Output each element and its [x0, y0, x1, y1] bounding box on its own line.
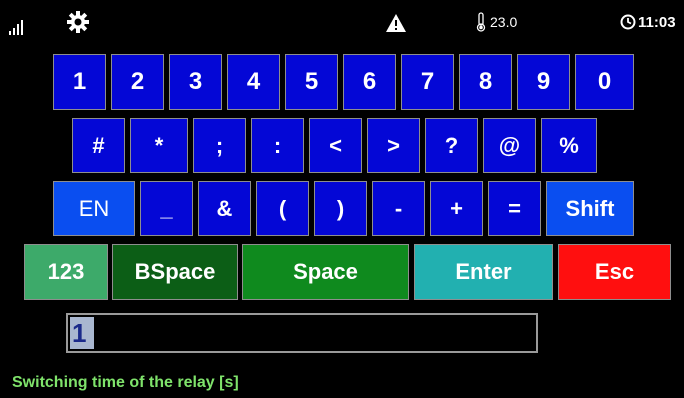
warning-icon — [385, 12, 407, 34]
key-4[interactable]: 4 — [227, 54, 280, 110]
key-0[interactable]: 0 — [575, 54, 634, 110]
key-8[interactable]: 8 — [459, 54, 512, 110]
key-colon[interactable]: : — [251, 118, 304, 173]
enter-button[interactable]: Enter — [414, 244, 553, 300]
key-close-paren[interactable]: ) — [314, 181, 367, 236]
shift-button[interactable]: Shift — [546, 181, 634, 236]
key-at[interactable]: @ — [483, 118, 536, 173]
gear-icon[interactable] — [66, 11, 90, 33]
numeric-mode-button[interactable]: 123 — [24, 244, 108, 300]
key-equals[interactable]: = — [488, 181, 541, 236]
key-2[interactable]: 2 — [111, 54, 164, 110]
temperature-value: 23.0 — [490, 14, 518, 30]
clock-time: 11:03 — [638, 13, 676, 31]
key-minus[interactable]: - — [372, 181, 425, 236]
status-bar: 23.0 11:03 — [0, 0, 684, 44]
key-9[interactable]: 9 — [517, 54, 570, 110]
key-5[interactable]: 5 — [285, 54, 338, 110]
key-ampersand[interactable]: & — [198, 181, 251, 236]
value-input[interactable]: 1 — [66, 313, 538, 353]
escape-button[interactable]: Esc — [558, 244, 671, 300]
input-value: 1 — [70, 317, 94, 349]
key-3[interactable]: 3 — [169, 54, 222, 110]
key-underscore[interactable]: _ — [140, 181, 193, 236]
space-button[interactable]: Space — [242, 244, 409, 300]
key-plus[interactable]: + — [430, 181, 483, 236]
key-1[interactable]: 1 — [53, 54, 106, 110]
key-greater-than[interactable]: > — [367, 118, 420, 173]
key-less-than[interactable]: < — [309, 118, 362, 173]
key-percent[interactable]: % — [541, 118, 597, 173]
thermometer-icon — [476, 12, 486, 32]
key-open-paren[interactable]: ( — [256, 181, 309, 236]
key-question[interactable]: ? — [425, 118, 478, 173]
key-7[interactable]: 7 — [401, 54, 454, 110]
clock-display: 11:03 — [620, 11, 676, 33]
backspace-button[interactable]: BSpace — [112, 244, 238, 300]
key-semicolon[interactable]: ; — [193, 118, 246, 173]
temperature-display: 23.0 — [476, 11, 517, 33]
signal-icon — [8, 16, 28, 38]
key-asterisk[interactable]: * — [130, 118, 188, 173]
language-en-button[interactable]: EN — [53, 181, 135, 236]
key-6[interactable]: 6 — [343, 54, 396, 110]
key-hash[interactable]: # — [72, 118, 125, 173]
field-description: Switching time of the relay [s] — [12, 374, 239, 391]
clock-icon — [620, 14, 636, 30]
